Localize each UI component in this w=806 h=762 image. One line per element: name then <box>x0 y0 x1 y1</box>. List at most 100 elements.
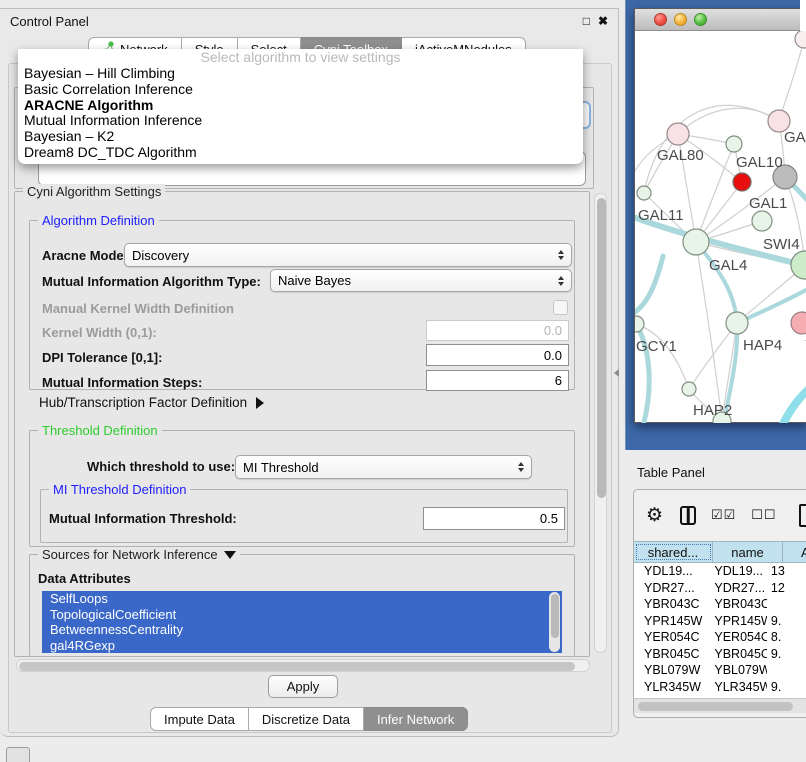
network-node[interactable] <box>682 382 696 396</box>
app-root: Control Panel □ ✖ NetworkStyleSelectCyni… <box>0 0 806 762</box>
scrollbar-thumb[interactable] <box>551 594 559 638</box>
dropdown-item-dream8-dc-tdc-algorithm[interactable]: Dream8 DC_TDC Algorithm <box>18 145 583 161</box>
kernel-width-field[interactable]: 0.0 <box>426 320 569 341</box>
sources-group-title[interactable]: Sources for Network Inference <box>38 547 240 562</box>
algorithm-definition-group: Algorithm Definition Aracne Mode: Discov… <box>29 220 575 390</box>
table-cell: 9. <box>767 614 806 628</box>
table-row[interactable]: YLR345WYLR345W9. <box>634 679 806 696</box>
panel-splitter-handle[interactable] <box>614 369 619 377</box>
table-cell: YER054C <box>634 630 704 644</box>
hub-definition-toggle[interactable]: Hub/Transcription Factor Definition <box>39 395 264 410</box>
attribute-item-gal4rgexp[interactable]: gal4RGexp <box>42 638 562 653</box>
table-cell: YBR045C <box>704 647 767 661</box>
cyni-mode-tab-bar: Impute Data Discretize Data Infer Network <box>150 707 468 731</box>
scrollbar-thumb[interactable] <box>597 198 606 498</box>
mi-steps-label: Mutual Information Steps: <box>42 375 202 390</box>
network-node[interactable] <box>752 211 772 231</box>
network-node[interactable] <box>667 123 689 145</box>
table-row[interactable]: YBL079WYBL079W <box>634 662 806 679</box>
column-header-shared[interactable]: shared... <box>634 542 713 562</box>
mi-threshold-definition-title: MI Threshold Definition <box>49 482 190 497</box>
table-row[interactable]: YDL19...YDL19...13 <box>634 563 806 580</box>
table-cell: YDR27... <box>634 581 704 595</box>
mi-type-value: Naive Bayes <box>278 273 351 288</box>
expand-arrow-icon <box>256 397 264 409</box>
network-window-titlebar[interactable] <box>635 9 806 31</box>
tab-impute-data[interactable]: Impute Data <box>150 707 249 731</box>
network-node[interactable] <box>733 173 751 191</box>
tab-discretize-data[interactable]: Discretize Data <box>249 707 364 731</box>
tab-label: Discretize Data <box>262 712 350 727</box>
file-icon[interactable] <box>799 504 806 527</box>
attributes-list-scrollbar[interactable] <box>549 592 560 652</box>
table-cell: YBR043C <box>634 597 704 611</box>
network-node-label: GAL <box>784 129 806 146</box>
gear-icon[interactable]: ⚙ <box>646 504 663 527</box>
network-node[interactable] <box>726 136 742 152</box>
aracne-mode-combo[interactable]: Discovery <box>124 243 572 267</box>
attribute-item-selfloops[interactable]: SelfLoops <box>42 591 562 607</box>
dropdown-item-mutual-information-inference[interactable]: Mutual Information Inference <box>18 113 583 129</box>
dropdown-item-bayesian-k2[interactable]: Bayesian – K2 <box>18 129 583 145</box>
table-row[interactable]: YBR045CYBR045C9. <box>634 646 806 663</box>
algorithm-dropdown-list: Select algorithm to view settingsBayesia… <box>18 49 583 164</box>
table-cell: YBR043C <box>704 597 767 611</box>
table-body: YDL19...YDL19...13YDR27...YDR27...12YBR0… <box>634 563 806 698</box>
hub-definition-label: Hub/Transcription Factor Definition <box>39 395 247 410</box>
dropdown-item-bayesian-hill-climbing[interactable]: Bayesian – Hill Climbing <box>18 66 583 82</box>
network-node[interactable] <box>795 31 806 48</box>
table-row[interactable]: YPR145WYPR145W9. <box>634 613 806 630</box>
split-table-icon[interactable] <box>680 506 696 525</box>
network-node-label: GAL10 <box>736 154 783 171</box>
data-attributes-list[interactable]: SelfLoopsTopologicalCoefficientBetweenne… <box>42 591 562 653</box>
attribute-item-topologicalcoefficient[interactable]: TopologicalCoefficient <box>42 607 562 623</box>
network-node[interactable] <box>726 312 748 334</box>
tab-infer-network[interactable]: Infer Network <box>364 707 468 731</box>
dropdown-item-basic-correlation-inference[interactable]: Basic Correlation Inference <box>18 82 583 98</box>
apply-button[interactable]: Apply <box>268 675 338 698</box>
traffic-zoom-button[interactable] <box>694 13 707 26</box>
control-panel-title: Control Panel <box>0 9 618 35</box>
select-all-icon[interactable]: ☑☑ <box>711 507 736 523</box>
mi-threshold-field[interactable]: 0.5 <box>423 507 565 530</box>
traffic-close-button[interactable] <box>654 13 667 26</box>
mi-threshold-label: Mutual Information Threshold: <box>49 511 237 526</box>
network-node-label: SWI4 <box>763 236 800 253</box>
mi-threshold-value: 0.5 <box>540 511 558 526</box>
mi-type-label: Mutual Information Algorithm Type: <box>42 274 261 289</box>
column-header-a[interactable]: A <box>783 542 806 562</box>
network-edge <box>779 39 804 121</box>
network-node-label: HAP2 <box>693 402 732 419</box>
dropdown-prompt: Select algorithm to view settings <box>18 49 583 66</box>
table-row[interactable]: YBR043CYBR043C <box>634 596 806 613</box>
traffic-minimize-button[interactable] <box>674 13 687 26</box>
table-toolbar: ⚙ ☑☑ ☐☐ <box>634 490 806 540</box>
table-row[interactable]: YER054CYER054C8. <box>634 629 806 646</box>
network-node-label: HAP4 <box>743 337 782 354</box>
settings-vertical-scrollbar[interactable] <box>594 193 607 653</box>
network-node[interactable] <box>635 316 644 332</box>
sources-title-text: Sources for Network Inference <box>42 547 218 562</box>
column-header-name[interactable]: name <box>713 542 783 562</box>
close-window-icon[interactable]: ✖ <box>598 14 608 28</box>
scrollbar-thumb[interactable] <box>638 702 793 711</box>
table-row[interactable]: YDR27...YDR27...12 <box>634 580 806 597</box>
mi-type-combo[interactable]: Naive Bayes <box>270 269 572 292</box>
unselect-all-icon[interactable]: ☐☐ <box>751 507 776 523</box>
mi-steps-field[interactable]: 6 <box>426 370 569 391</box>
network-node[interactable] <box>791 312 806 334</box>
scrollbar-thumb[interactable] <box>19 662 575 671</box>
network-node[interactable] <box>683 229 709 255</box>
dpi-tolerance-field[interactable]: 0.0 <box>426 344 569 366</box>
network-canvas[interactable]: GALGAL80GAL10GAL1GAL11SWI4GAL4GCY1HAP4YH… <box>635 31 806 423</box>
table-cell: YBL079W <box>704 663 767 677</box>
settings-horizontal-scrollbar[interactable] <box>16 659 590 672</box>
minimized-panel-button[interactable] <box>6 747 30 762</box>
attribute-item-betweennesscentrality[interactable]: BetweennessCentrality <box>42 622 562 638</box>
which-threshold-combo[interactable]: MI Threshold <box>235 455 532 479</box>
manual-kernel-checkbox[interactable] <box>553 300 568 315</box>
network-node[interactable] <box>637 186 651 200</box>
float-window-icon[interactable]: □ <box>583 14 590 28</box>
table-horizontal-scrollbar[interactable] <box>634 698 806 713</box>
dropdown-item-aracne-algorithm[interactable]: ARACNE Algorithm <box>18 98 583 114</box>
